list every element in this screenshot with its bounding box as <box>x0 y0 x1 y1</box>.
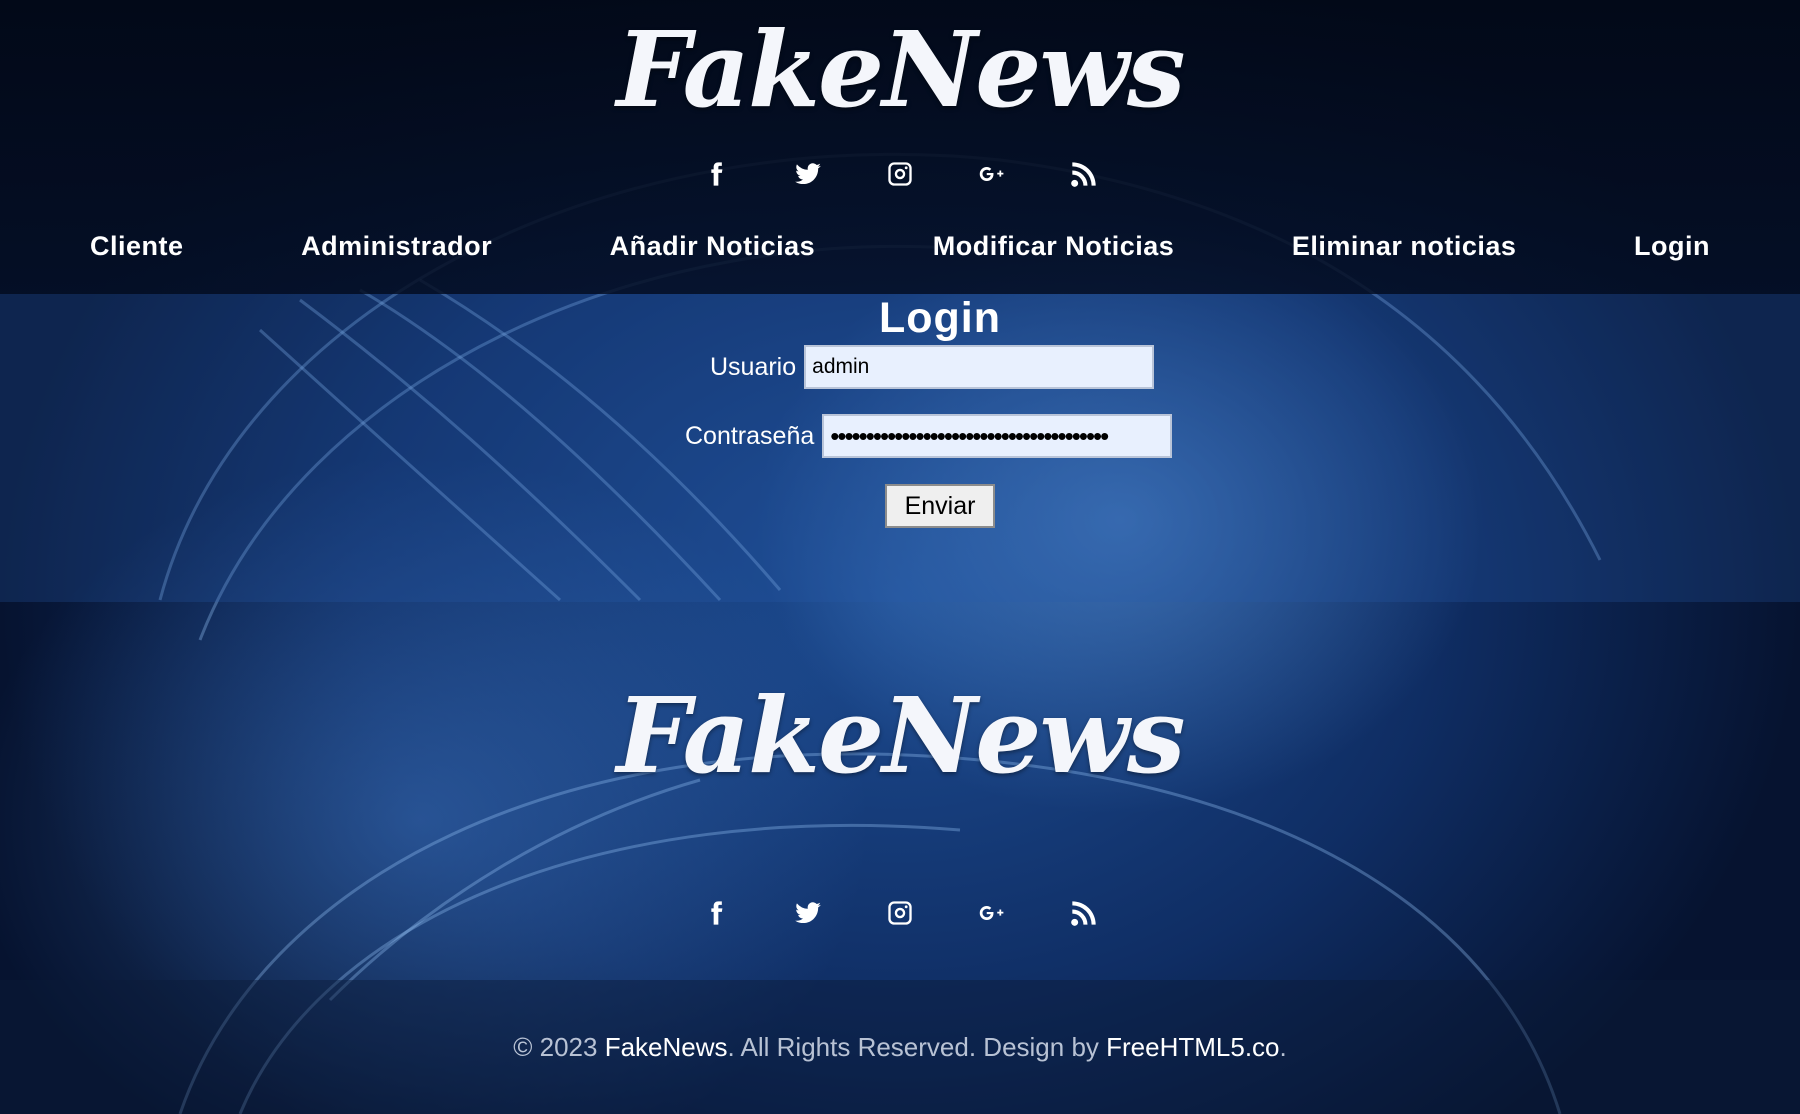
header-social-links <box>0 154 1800 194</box>
nav-item-modificar-noticias[interactable]: Modificar Noticias <box>933 231 1175 262</box>
footer-logo[interactable]: FakeNews <box>0 674 1800 797</box>
copyright-prefix: © 2023 <box>513 1032 605 1062</box>
nav-item-cliente[interactable]: Cliente <box>90 231 184 262</box>
copyright: © 2023 FakeNews. All Rights Reserved. De… <box>0 1032 1800 1063</box>
copyright-middle: . All Rights Reserved. Design by <box>727 1032 1107 1062</box>
twitter-icon[interactable] <box>788 154 828 194</box>
twitter-icon[interactable] <box>788 893 828 933</box>
nav-item-anadir-noticias[interactable]: Añadir Noticias <box>610 231 816 262</box>
rss-icon[interactable] <box>1064 154 1104 194</box>
page-title: Login <box>878 294 1001 342</box>
main-nav: Cliente Administrador Añadir Noticias Mo… <box>0 226 1800 266</box>
google-plus-icon[interactable] <box>972 893 1012 933</box>
username-input[interactable] <box>804 345 1155 389</box>
instagram-icon[interactable] <box>880 154 920 194</box>
nav-item-login[interactable]: Login <box>1634 231 1710 262</box>
nav-item-eliminar-noticias[interactable]: Eliminar noticias <box>1292 231 1517 262</box>
password-input[interactable] <box>822 414 1173 458</box>
site-logo[interactable]: FakeNews <box>0 8 1800 131</box>
password-row: Contraseña <box>685 414 1173 458</box>
submit-button[interactable]: Enviar <box>885 484 995 528</box>
instagram-icon[interactable] <box>880 893 920 933</box>
footer-social-links <box>0 893 1800 933</box>
brand-link[interactable]: FakeNews <box>605 1032 728 1062</box>
copyright-suffix: . <box>1279 1032 1287 1062</box>
nav-item-administrador[interactable]: Administrador <box>301 231 492 262</box>
password-label: Contraseña <box>685 421 815 450</box>
username-label: Usuario <box>710 352 797 381</box>
google-plus-icon[interactable] <box>972 154 1012 194</box>
facebook-icon[interactable] <box>696 154 736 194</box>
designer-link[interactable]: FreeHTML5.co <box>1106 1032 1279 1062</box>
facebook-icon[interactable] <box>696 893 736 933</box>
rss-icon[interactable] <box>1064 893 1104 933</box>
username-row: Usuario <box>710 345 1155 389</box>
